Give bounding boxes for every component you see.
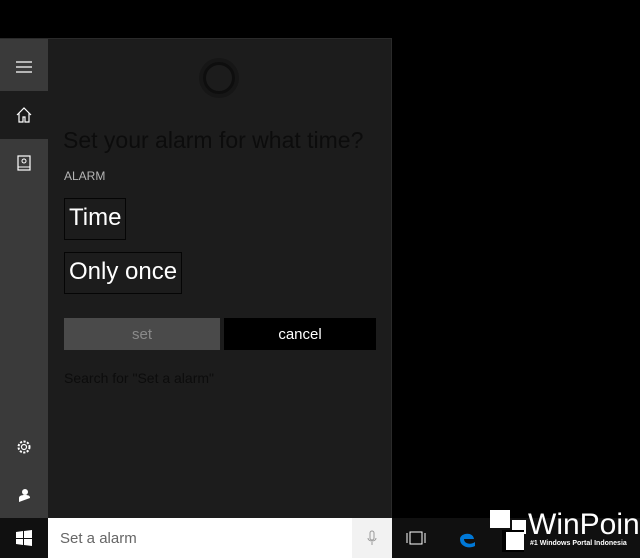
web-search-link[interactable]: Search for "Set a alarm" [64, 370, 214, 386]
sidebar-item-feedback[interactable] [0, 471, 48, 519]
repeat-field[interactable]: Only once [64, 252, 183, 294]
gear-icon [17, 440, 31, 454]
question-text: Set your alarm for what time? [63, 127, 364, 153]
cortana-circle-icon [203, 62, 235, 94]
winpoin-watermark-logo: WinPoin #1 Windows Portal Indonesia [490, 508, 640, 552]
home-icon [16, 107, 32, 123]
alarm-section-label: ALARM [64, 169, 106, 183]
feedback-icon [19, 489, 30, 502]
start-button[interactable] [0, 518, 48, 558]
svg-text:WinPoin: WinPoin [528, 508, 640, 541]
hamburger-menu-button[interactable] [0, 43, 48, 91]
search-input-value: Set a alarm [60, 530, 137, 547]
set-button[interactable]: set [64, 318, 220, 350]
hamburger-icon [16, 61, 32, 73]
cancel-button[interactable]: cancel [224, 318, 376, 350]
task-view-button[interactable] [392, 518, 440, 558]
sidebar-item-home[interactable] [0, 91, 48, 139]
sidebar-item-notebook[interactable] [0, 139, 48, 187]
notebook-icon [17, 155, 31, 171]
windows-icon [16, 530, 32, 546]
time-field[interactable]: Time [64, 198, 127, 240]
edge-icon [460, 533, 475, 548]
cortana-main: Set your alarm for what time? ALARM Time… [48, 39, 391, 518]
microphone-button[interactable] [352, 518, 392, 558]
microphone-icon [367, 530, 377, 545]
search-input[interactable]: Set a alarm [48, 518, 392, 558]
edge-button[interactable] [443, 518, 491, 558]
sidebar [0, 39, 48, 519]
svg-text:#1 Windows Portal Indonesia: #1 Windows Portal Indonesia [530, 540, 627, 547]
task-view-icon [406, 531, 426, 545]
sidebar-item-settings[interactable] [0, 423, 48, 471]
cortana-panel: Set your alarm for what time? ALARM Time… [0, 38, 392, 519]
